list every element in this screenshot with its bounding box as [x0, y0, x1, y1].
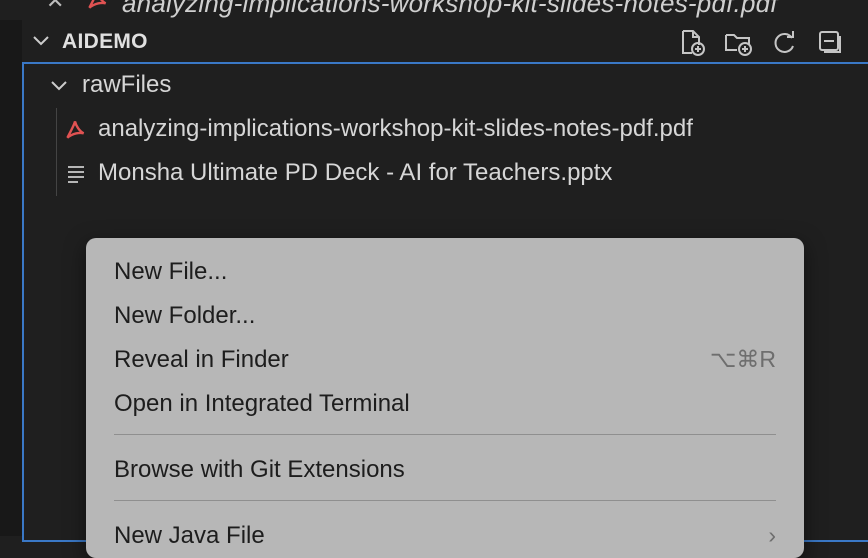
- context-menu: New File... New Folder... Reveal in Find…: [86, 238, 804, 558]
- pdf-icon: [84, 0, 110, 17]
- menu-item-label: New Folder...: [114, 302, 256, 329]
- file-row[interactable]: Monsha Ultimate PD Deck - AI for Teacher…: [24, 152, 868, 196]
- menu-separator: [114, 500, 776, 501]
- menu-item-label: Open in Integrated Terminal: [114, 390, 410, 417]
- tab-title[interactable]: analyzing-implications-workshop-kit-slid…: [122, 0, 778, 19]
- close-icon[interactable]: ✕: [46, 0, 64, 14]
- menu-item-new-java-file[interactable]: New Java File ›: [86, 514, 804, 558]
- folder-row[interactable]: rawFiles: [24, 64, 868, 108]
- activity-bar-edge: [0, 0, 22, 536]
- chevron-down-icon[interactable]: [50, 77, 68, 100]
- collapse-all-icon[interactable]: [814, 26, 846, 58]
- file-row[interactable]: analyzing-implications-workshop-kit-slid…: [24, 108, 868, 152]
- menu-item-browse-git[interactable]: Browse with Git Extensions: [86, 448, 804, 492]
- new-file-icon[interactable]: [676, 26, 708, 58]
- chevron-down-icon[interactable]: [32, 32, 50, 55]
- menu-item-reveal-in-finder[interactable]: Reveal in Finder ⌥⌘R: [86, 338, 804, 382]
- menu-item-label: Reveal in Finder: [114, 346, 289, 373]
- menu-item-new-folder[interactable]: New Folder...: [86, 294, 804, 338]
- menu-item-new-file[interactable]: New File...: [86, 250, 804, 294]
- pdf-icon: [62, 116, 88, 147]
- editor-tab-strip: ✕ analyzing-implications-workshop-kit-sl…: [0, 0, 868, 20]
- menu-item-shortcut: ⌥⌘R: [709, 346, 776, 372]
- folder-label: rawFiles: [82, 71, 172, 98]
- new-folder-icon[interactable]: [722, 26, 754, 58]
- file-label: analyzing-implications-workshop-kit-slid…: [98, 115, 693, 142]
- file-label: Monsha Ultimate PD Deck - AI for Teacher…: [98, 159, 613, 186]
- explorer-actions: [676, 26, 846, 58]
- text-file-icon: [66, 164, 86, 189]
- explorer-section-header[interactable]: AIDEMO: [22, 20, 868, 62]
- menu-item-label: Browse with Git Extensions: [114, 456, 405, 483]
- section-title: AIDEMO: [62, 30, 148, 53]
- menu-item-label: New Java File: [114, 522, 265, 549]
- menu-separator: [114, 434, 776, 435]
- menu-item-label: New File...: [114, 258, 228, 285]
- menu-item-open-terminal[interactable]: Open in Integrated Terminal: [86, 382, 804, 426]
- refresh-icon[interactable]: [768, 26, 800, 58]
